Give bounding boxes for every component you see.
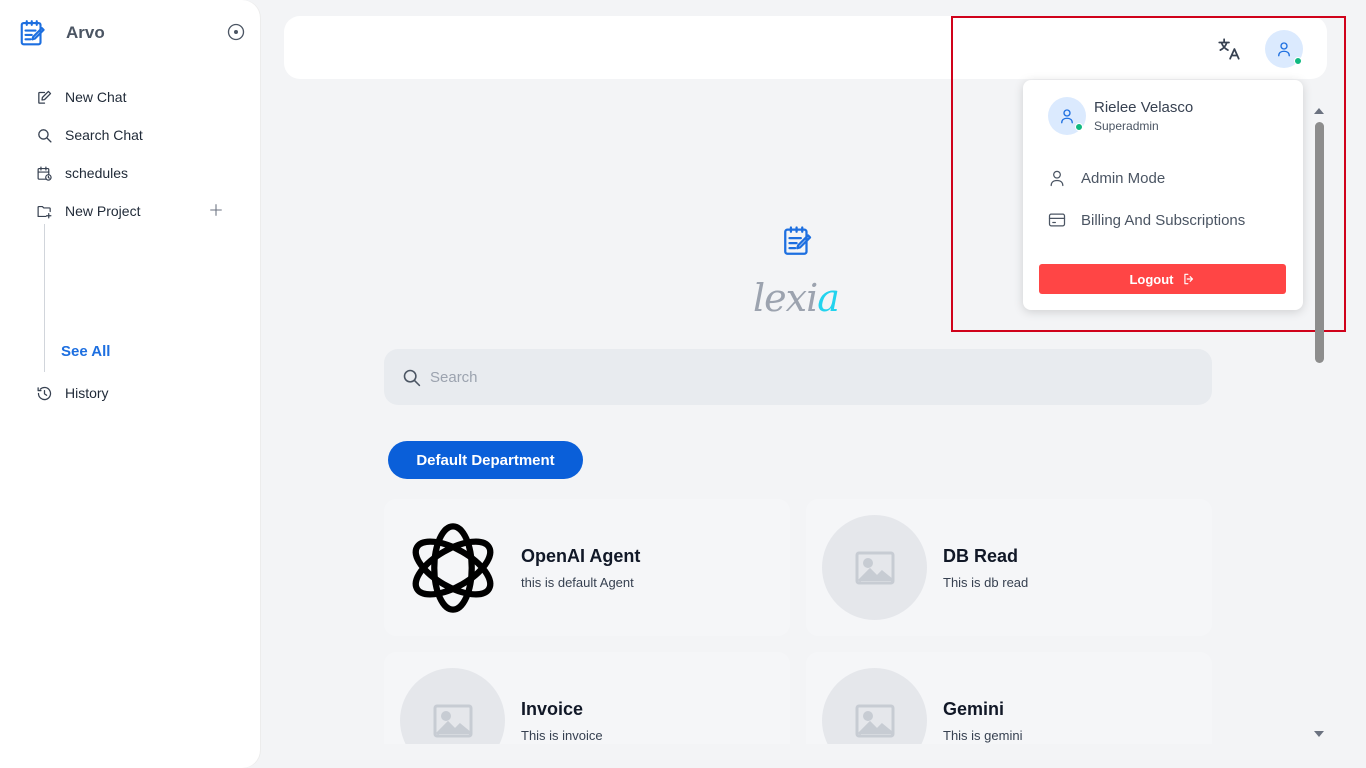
user-icon xyxy=(1278,42,1290,57)
user-role: Superadmin xyxy=(1094,119,1159,133)
agent-card-openai[interactable]: OpenAI Agent this is default Agent xyxy=(384,499,790,636)
sidebar-item-new-chat[interactable]: New Chat xyxy=(36,78,236,116)
agent-title: Invoice xyxy=(521,699,584,719)
agent-description: This is gemini xyxy=(943,728,1023,743)
scroll-up-arrow-icon[interactable] xyxy=(1314,108,1324,114)
sidebar-item-search-chat[interactable]: Search Chat xyxy=(36,116,236,154)
viewport-bottom-edge xyxy=(262,744,1366,768)
sidebar-toggle-icon[interactable] xyxy=(226,22,246,42)
translate-icon[interactable] xyxy=(1216,36,1242,62)
see-all-link[interactable]: See All xyxy=(61,343,110,360)
logout-icon xyxy=(1183,273,1193,285)
menu-item-billing[interactable]: Billing And Subscriptions xyxy=(1047,210,1245,230)
online-status-dot xyxy=(1294,57,1302,65)
logout-button[interactable]: Logout xyxy=(1039,264,1286,294)
sidebar-item-label: History xyxy=(65,385,109,401)
notepad-logo-icon xyxy=(20,20,45,46)
top-bar xyxy=(284,16,1327,79)
department-button[interactable]: Default Department xyxy=(388,441,583,479)
project-tree-line xyxy=(44,224,45,372)
lexia-wordmark: lexia xyxy=(753,276,840,320)
scroll-thumb[interactable] xyxy=(1315,122,1324,363)
edit-icon xyxy=(38,90,52,104)
online-status-dot xyxy=(1075,123,1083,131)
user-outline-icon xyxy=(1050,170,1064,187)
agent-description: this is default Agent xyxy=(521,575,634,590)
agent-card-db-read[interactable]: DB Read This is db read xyxy=(806,499,1212,636)
sidebar-item-schedules[interactable]: schedules xyxy=(36,154,236,192)
sidebar-item-history[interactable]: History xyxy=(36,374,236,412)
menu-item-admin-mode[interactable]: Admin Mode xyxy=(1047,168,1165,188)
calendar-clock-icon xyxy=(37,166,52,181)
search-input[interactable] xyxy=(430,368,1190,386)
agent-description: This is invoice xyxy=(521,728,603,743)
user-menu-dropdown: Rielee Velasco Superadmin Admin Mode Bil… xyxy=(1023,80,1303,310)
brand[interactable]: Arvo xyxy=(18,18,105,48)
search-icon xyxy=(38,128,52,143)
notepad-logo-icon xyxy=(784,226,812,255)
sidebar-item-label: New Chat xyxy=(65,89,127,105)
sidebar-item-label: schedules xyxy=(65,165,129,181)
menu-item-label: Billing And Subscriptions xyxy=(1081,211,1246,229)
sidebar-item-label: Search Chat xyxy=(65,127,143,143)
wordmark-accent: a xyxy=(817,276,840,320)
agent-title: DB Read xyxy=(943,546,1019,566)
brand-name: Arvo xyxy=(66,23,105,42)
history-icon xyxy=(37,386,52,400)
credit-card-icon xyxy=(1048,213,1066,227)
menu-item-label: Admin Mode xyxy=(1081,169,1166,187)
history-section: History xyxy=(36,374,236,412)
wordmark-text: lexi xyxy=(753,276,818,320)
logout-label: Logout xyxy=(1129,271,1174,287)
scroll-down-arrow-icon[interactable] xyxy=(1314,731,1324,737)
agent-description: This is db read xyxy=(943,575,1029,590)
user-icon xyxy=(1061,109,1073,124)
add-project-icon[interactable] xyxy=(208,202,224,218)
image-placeholder-icon xyxy=(822,515,927,620)
search-icon xyxy=(403,369,421,386)
sidebar-nav: New Chat Search Chat schedules New Proje… xyxy=(36,78,236,230)
agent-search[interactable] xyxy=(384,349,1212,405)
agent-title: OpenAI Agent xyxy=(521,546,641,566)
folder-plus-icon xyxy=(37,205,52,218)
openai-logo-icon xyxy=(400,515,505,620)
user-name: Rielee Velasco xyxy=(1094,99,1194,116)
sidebar-item-label: New Project xyxy=(65,203,141,219)
sidebar-item-new-project[interactable]: New Project xyxy=(36,192,236,230)
agent-title: Gemini xyxy=(943,699,1005,719)
sidebar: Arvo New Chat Search Chat schedules New … xyxy=(0,0,260,768)
